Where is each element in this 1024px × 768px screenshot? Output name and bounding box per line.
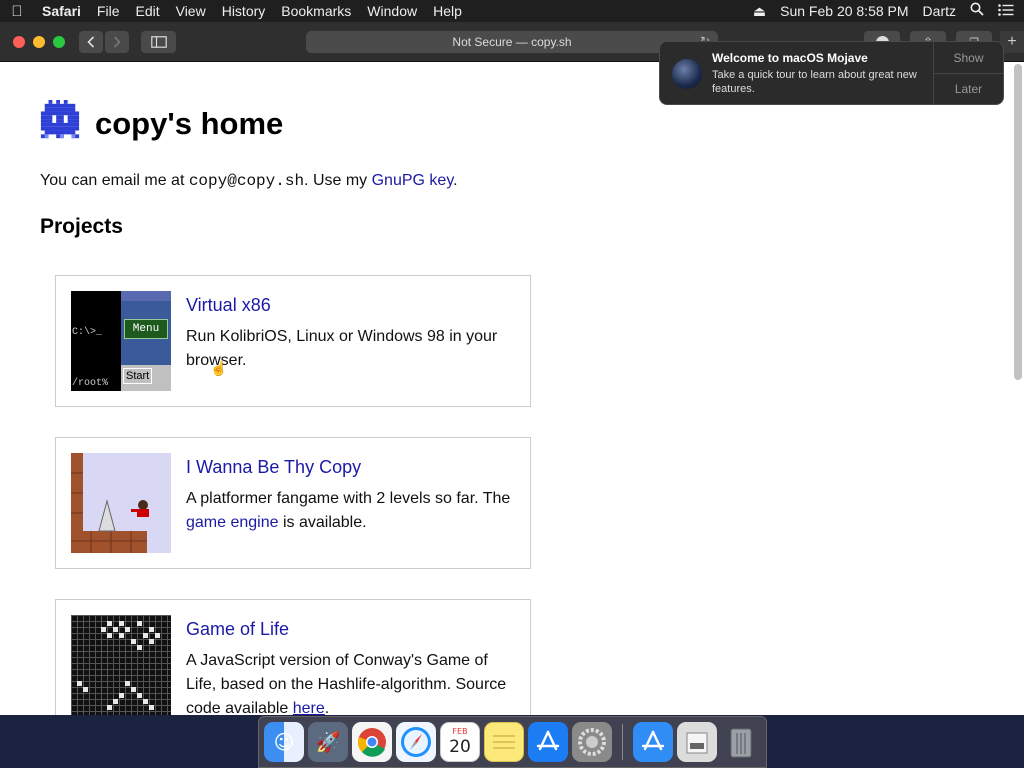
page-title: copy's home: [95, 106, 284, 141]
zoom-window-button[interactable]: [53, 36, 65, 48]
sidebar-icon: [150, 36, 167, 48]
calendar-day: 20: [449, 737, 471, 757]
project-desc-game-of-life: A JavaScript version of Conway's Game of…: [186, 649, 521, 715]
safari-icon[interactable]: [396, 722, 436, 762]
app-store-downloads-icon[interactable]: [633, 722, 673, 762]
menubar-user[interactable]: Dartz: [923, 0, 956, 22]
back-button[interactable]: [79, 31, 103, 53]
gnupg-key-link[interactable]: GnuPG key: [372, 172, 454, 189]
project-card-i-wanna-be-thy-copy[interactable]: I Wanna Be Thy Copy A platformer fangame…: [55, 437, 531, 569]
taskbar-panel: Start: [121, 365, 171, 391]
platformer-thumbnail[interactable]: [71, 453, 171, 553]
intro-text-mid: . Use my: [304, 172, 372, 189]
system-preferences-icon[interactable]: [572, 722, 612, 762]
menu-label: Menu: [124, 319, 168, 339]
page-scrollbar[interactable]: [1014, 64, 1022, 380]
spotlight-search-icon[interactable]: [970, 0, 984, 22]
projects-heading: Projects: [40, 215, 123, 238]
desc-text-end: .: [324, 700, 330, 715]
chevron-right-icon: [113, 36, 121, 48]
email-address: copy@copy.sh: [188, 172, 305, 190]
project-title-game-of-life[interactable]: Game of Life: [186, 619, 289, 640]
trash-icon[interactable]: [721, 722, 761, 762]
intro-text-end: .: [453, 172, 458, 189]
launchpad-icon[interactable]: 🚀: [308, 722, 348, 762]
forward-button[interactable]: [105, 31, 129, 53]
menu-history[interactable]: History: [214, 0, 274, 22]
app-store-icon[interactable]: [528, 722, 568, 762]
apple-menu-icon[interactable]: : [0, 3, 34, 20]
sidebar-toggle-button[interactable]: [141, 31, 176, 53]
project-card-game-of-life[interactable]: Game of Life A JavaScript version of Con…: [55, 599, 531, 715]
game-engine-link[interactable]: game engine: [186, 514, 279, 531]
project-title-virtual-x86[interactable]: Virtual x86: [186, 295, 271, 316]
later-button[interactable]: Later: [934, 73, 1003, 104]
terminal-root: /root%: [72, 378, 109, 389]
mojave-icon: [672, 59, 702, 89]
intro-paragraph: You can email me at copy@copy.sh. Use my…: [40, 172, 458, 190]
pointer-cursor-icon: ☝: [210, 360, 228, 376]
menu-view[interactable]: View: [168, 0, 214, 22]
calendar-icon[interactable]: FEB 20: [440, 722, 480, 762]
finder-icon[interactable]: ☺: [264, 722, 304, 762]
chevron-left-icon: [87, 36, 95, 48]
desktop-panel: Menu: [121, 291, 171, 365]
downloads-stack-icon[interactable]: [677, 722, 717, 762]
menu-bar:  Safari File Edit View History Bookmark…: [0, 0, 1024, 22]
web-content: copy's home You can email me at copy@cop…: [0, 62, 1024, 715]
show-button[interactable]: Show: [934, 42, 1003, 73]
intro-text: You can email me at: [40, 172, 189, 189]
game-of-life-thumbnail[interactable]: [71, 615, 171, 715]
notes-icon[interactable]: [484, 722, 524, 762]
menu-file[interactable]: File: [89, 0, 128, 22]
site-logo-icon: [40, 100, 80, 139]
notification-body: Take a quick tour to learn about great n…: [712, 69, 917, 95]
virtual-x86-thumbnail[interactable]: C:\>_ /root% Menu Start: [71, 291, 171, 391]
plus-icon: +: [1007, 33, 1017, 50]
close-window-button[interactable]: [13, 36, 25, 48]
menu-edit[interactable]: Edit: [127, 0, 167, 22]
menu-window[interactable]: Window: [359, 0, 425, 22]
project-title-i-wanna-be-thy-copy[interactable]: I Wanna Be Thy Copy: [186, 457, 361, 478]
desc-text-end: is available.: [278, 514, 367, 531]
address-bar[interactable]: Not Secure — copy.sh ↻: [306, 31, 718, 53]
project-desc-i-wanna-be-thy-copy: A platformer fangame with 2 levels so fa…: [186, 487, 521, 535]
dock-separator: [622, 724, 623, 760]
desc-text: A JavaScript version of Conway's Game of…: [186, 652, 507, 715]
terminal-prompt: C:\>_: [72, 327, 103, 338]
project-desc-virtual-x86: Run KolibriOS, Linux or Windows 98 in yo…: [186, 328, 498, 369]
address-text: Not Secure — copy.sh: [452, 35, 572, 49]
mojave-notification[interactable]: Welcome to macOS Mojave Take a quick tou…: [659, 41, 1004, 105]
notification-center-icon[interactable]: [998, 0, 1014, 22]
menu-app-name[interactable]: Safari: [34, 0, 89, 22]
minimize-window-button[interactable]: [33, 36, 45, 48]
notification-title: Welcome to macOS Mojave: [712, 51, 868, 65]
chrome-icon[interactable]: [352, 722, 392, 762]
menubar-clock[interactable]: Sun Feb 20 8:58 PM: [780, 0, 908, 22]
calendar-month: FEB: [452, 727, 468, 736]
dock: ☺ 🚀 FEB 20: [258, 716, 767, 768]
menu-help[interactable]: Help: [425, 0, 470, 22]
platformer-scene-icon: [71, 453, 149, 553]
project-card-virtual-x86[interactable]: C:\>_ /root% Menu Start Virtual x86 Run …: [55, 275, 531, 407]
source-code-link[interactable]: here: [293, 700, 325, 715]
desc-text: A platformer fangame with 2 levels so fa…: [186, 490, 511, 507]
terminal-panel: C:\>_ /root%: [71, 291, 121, 391]
life-cells-icon: [77, 621, 160, 710]
start-button-label: Start: [123, 368, 153, 384]
eject-icon[interactable]: ⏏: [753, 0, 766, 22]
menu-bookmarks[interactable]: Bookmarks: [273, 0, 359, 22]
notification-actions: Show Later: [933, 42, 1003, 104]
